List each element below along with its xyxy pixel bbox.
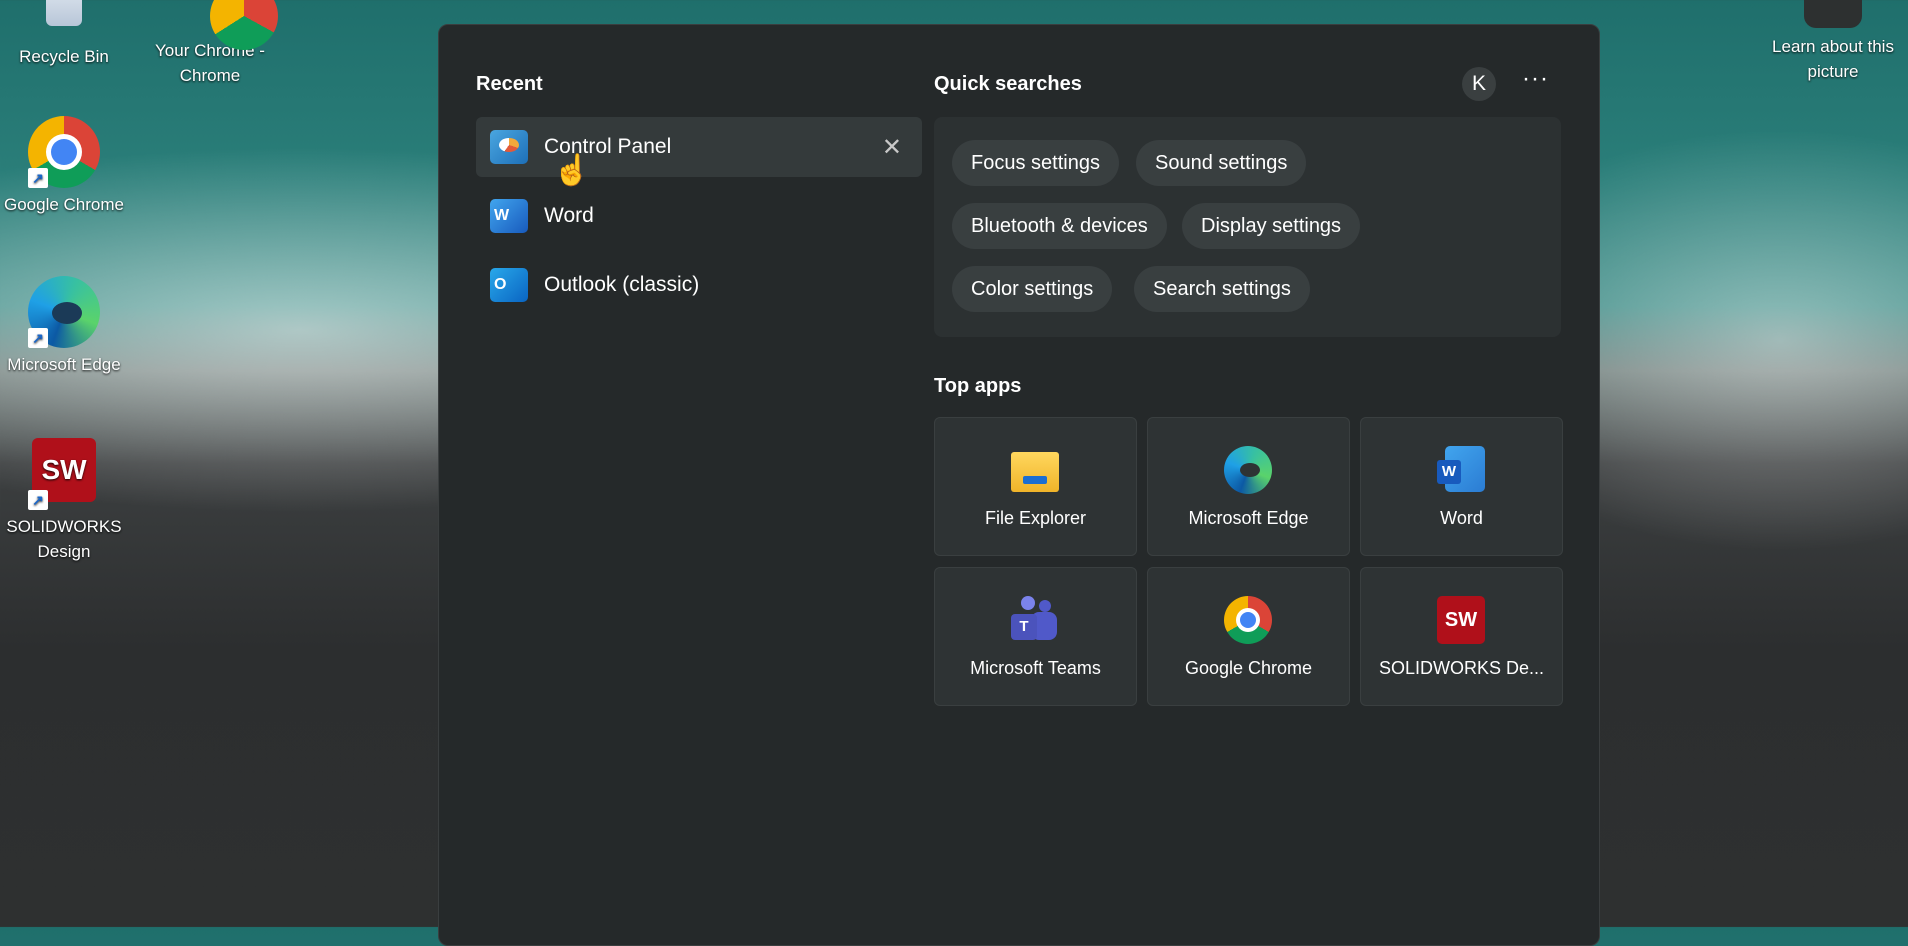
solidworks-label: SOLIDWORKS Design — [6, 517, 122, 561]
outlook-icon: O — [490, 268, 528, 302]
top-app-google-chrome[interactable]: Google Chrome — [1147, 567, 1350, 706]
chip-search-settings[interactable]: Search settings — [1134, 266, 1310, 312]
recent-item-label: Outlook (classic) — [544, 273, 700, 296]
shortcut-arrow-icon: ↗ — [28, 328, 48, 348]
quick-searches-box: Focus settings Sound settings Bluetooth … — [934, 117, 1561, 337]
word-icon: W — [1437, 446, 1485, 494]
chip-color-settings[interactable]: Color settings — [952, 266, 1113, 312]
edge-icon — [1224, 446, 1272, 494]
recent-item-word[interactable]: W Word — [476, 186, 922, 246]
camera-icon — [1804, 0, 1862, 28]
top-app-label: SOLIDWORKS De... — [1378, 658, 1545, 678]
top-app-label: Google Chrome — [1184, 658, 1313, 678]
chip-focus-settings[interactable]: Focus settings — [952, 140, 1119, 186]
microsoft-edge-label: Microsoft Edge — [7, 355, 121, 374]
teams-icon: T — [1011, 596, 1059, 644]
more-options-icon[interactable]: ··· — [1522, 65, 1549, 93]
shortcut-arrow-icon: ↗ — [28, 490, 48, 510]
solidworks-icon: SW — [1437, 596, 1485, 644]
recent-title: Recent — [476, 73, 543, 95]
chrome-icon — [1224, 596, 1272, 644]
top-app-label: Microsoft Teams — [970, 658, 1101, 678]
control-panel-icon — [490, 130, 528, 164]
top-app-word[interactable]: W Word — [1360, 417, 1563, 556]
top-app-file-explorer[interactable]: File Explorer — [934, 417, 1137, 556]
recent-item-label: Word — [544, 204, 594, 227]
chip-bluetooth-devices[interactable]: Bluetooth & devices — [952, 203, 1167, 249]
word-icon: W — [490, 199, 528, 233]
desktop-icon-your-chrome[interactable]: Your Chrome - Chrome — [140, 0, 280, 88]
mouse-cursor-icon: ☝ — [553, 154, 591, 187]
desktop-icon-solidworks[interactable]: SW ↗ SOLIDWORKS Design — [0, 438, 134, 564]
top-app-label: Microsoft Edge — [1188, 508, 1309, 528]
desktop-icon-microsoft-edge[interactable]: ↗ Microsoft Edge — [0, 276, 134, 377]
learn-label: Learn about this picture — [1772, 37, 1894, 81]
chrome-icon — [174, 0, 278, 50]
chrome-icon: ↗ — [28, 116, 100, 188]
desktop-icon-google-chrome[interactable]: ↗ Google Chrome — [0, 116, 134, 217]
recycle-bin-icon — [28, 0, 100, 40]
top-app-microsoft-edge[interactable]: Microsoft Edge — [1147, 417, 1350, 556]
edge-icon: ↗ — [28, 276, 100, 348]
shortcut-arrow-icon: ↗ — [28, 168, 48, 188]
top-app-label: File Explorer — [984, 508, 1087, 528]
start-search-panel: Recent Control Panel ✕ W Word O Outlook … — [438, 24, 1600, 946]
recent-item-outlook[interactable]: O Outlook (classic) — [476, 255, 922, 315]
close-icon[interactable]: ✕ — [882, 133, 902, 162]
google-chrome-label: Google Chrome — [3, 195, 124, 214]
recent-item-control-panel[interactable]: Control Panel ✕ — [476, 117, 922, 177]
top-app-label: Word — [1440, 508, 1483, 528]
top-app-solidworks[interactable]: SW SOLIDWORKS De... — [1360, 567, 1563, 706]
top-app-microsoft-teams[interactable]: T Microsoft Teams — [934, 567, 1137, 706]
quick-searches-title: Quick searches — [934, 73, 1082, 95]
learn-about-picture[interactable]: Learn about this picture — [1758, 0, 1908, 84]
recycle-bin-label: Recycle Bin — [19, 47, 109, 66]
desktop-icon-recycle-bin[interactable]: Recycle Bin — [0, 0, 134, 69]
chip-sound-settings[interactable]: Sound settings — [1136, 140, 1307, 186]
top-apps-title: Top apps — [934, 375, 1022, 397]
solidworks-icon: SW ↗ — [28, 438, 100, 510]
chip-display-settings[interactable]: Display settings — [1182, 203, 1361, 249]
folder-icon — [1011, 446, 1059, 494]
account-avatar[interactable]: K — [1462, 67, 1496, 101]
